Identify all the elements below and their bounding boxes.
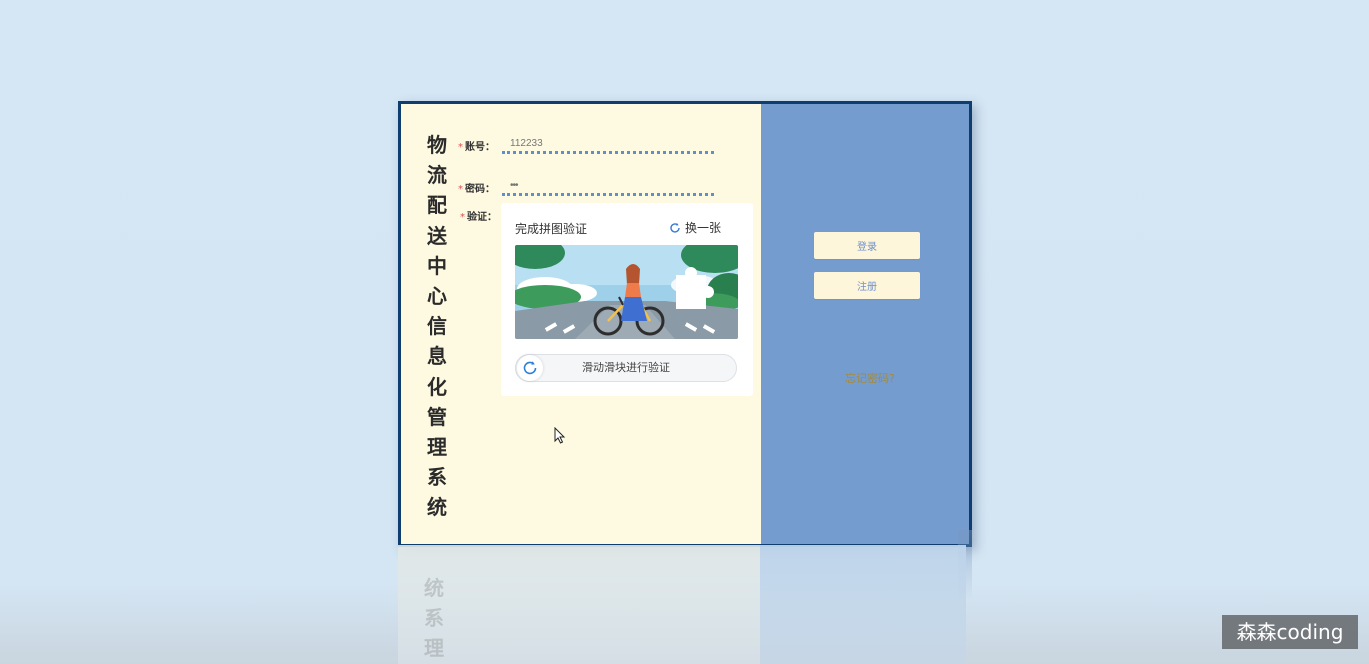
- forgot-password-link[interactable]: 忘记密码?: [845, 370, 895, 386]
- register-button[interactable]: 注册: [814, 272, 920, 299]
- captcha-image: [515, 245, 738, 339]
- password-label: * 密码：: [458, 180, 495, 195]
- required-mark: *: [460, 212, 465, 223]
- reflection-char: 统: [424, 576, 444, 600]
- captcha-slider[interactable]: 滑动滑块进行验证: [515, 354, 737, 382]
- verify-label: * 验证：: [460, 208, 497, 223]
- captcha-title: 完成拼图验证: [515, 222, 588, 236]
- reflection-char: 理: [424, 636, 444, 660]
- captcha-refresh-button[interactable]: 换一张: [669, 219, 721, 236]
- refresh-icon: [670, 222, 680, 233]
- refresh-icon: [523, 361, 537, 375]
- reflection-title: 理 系 统: [420, 573, 448, 663]
- reflection-right: [760, 545, 966, 664]
- account-label-text: 账号：: [465, 142, 495, 153]
- captcha-refresh-label: 换一张: [685, 221, 722, 235]
- system-title: 物流配送中心信息化管理系统: [427, 133, 447, 520]
- account-input[interactable]: [502, 136, 714, 154]
- card-reflection: 理 系 统: [398, 545, 966, 664]
- reflection-char: 系: [424, 606, 444, 630]
- password-label-text: 密码：: [465, 184, 495, 195]
- puzzle-captcha: 完成拼图验证 换一张 滑动滑块进行验证: [501, 203, 753, 396]
- login-card: 物流配送中心信息化管理系统 *账号： *密码： *验证： 完成拼图验证 换一张: [398, 101, 972, 547]
- captcha-illustration: [515, 245, 738, 339]
- required-mark: *: [458, 142, 463, 153]
- slider-hint: 滑动滑块进行验证: [582, 361, 670, 374]
- login-button[interactable]: 登录: [814, 232, 920, 259]
- slider-handle[interactable]: [517, 355, 543, 381]
- verify-label-text: 验证：: [467, 212, 497, 223]
- password-input[interactable]: [502, 178, 714, 196]
- account-label: * 账号：: [458, 138, 495, 153]
- reflection-left: [398, 545, 760, 664]
- mouse-pointer-icon: [554, 427, 566, 444]
- action-panel: 登录 注册 忘记密码?: [761, 104, 969, 544]
- watermark: 森森coding: [1222, 615, 1358, 649]
- required-mark: *: [458, 184, 463, 195]
